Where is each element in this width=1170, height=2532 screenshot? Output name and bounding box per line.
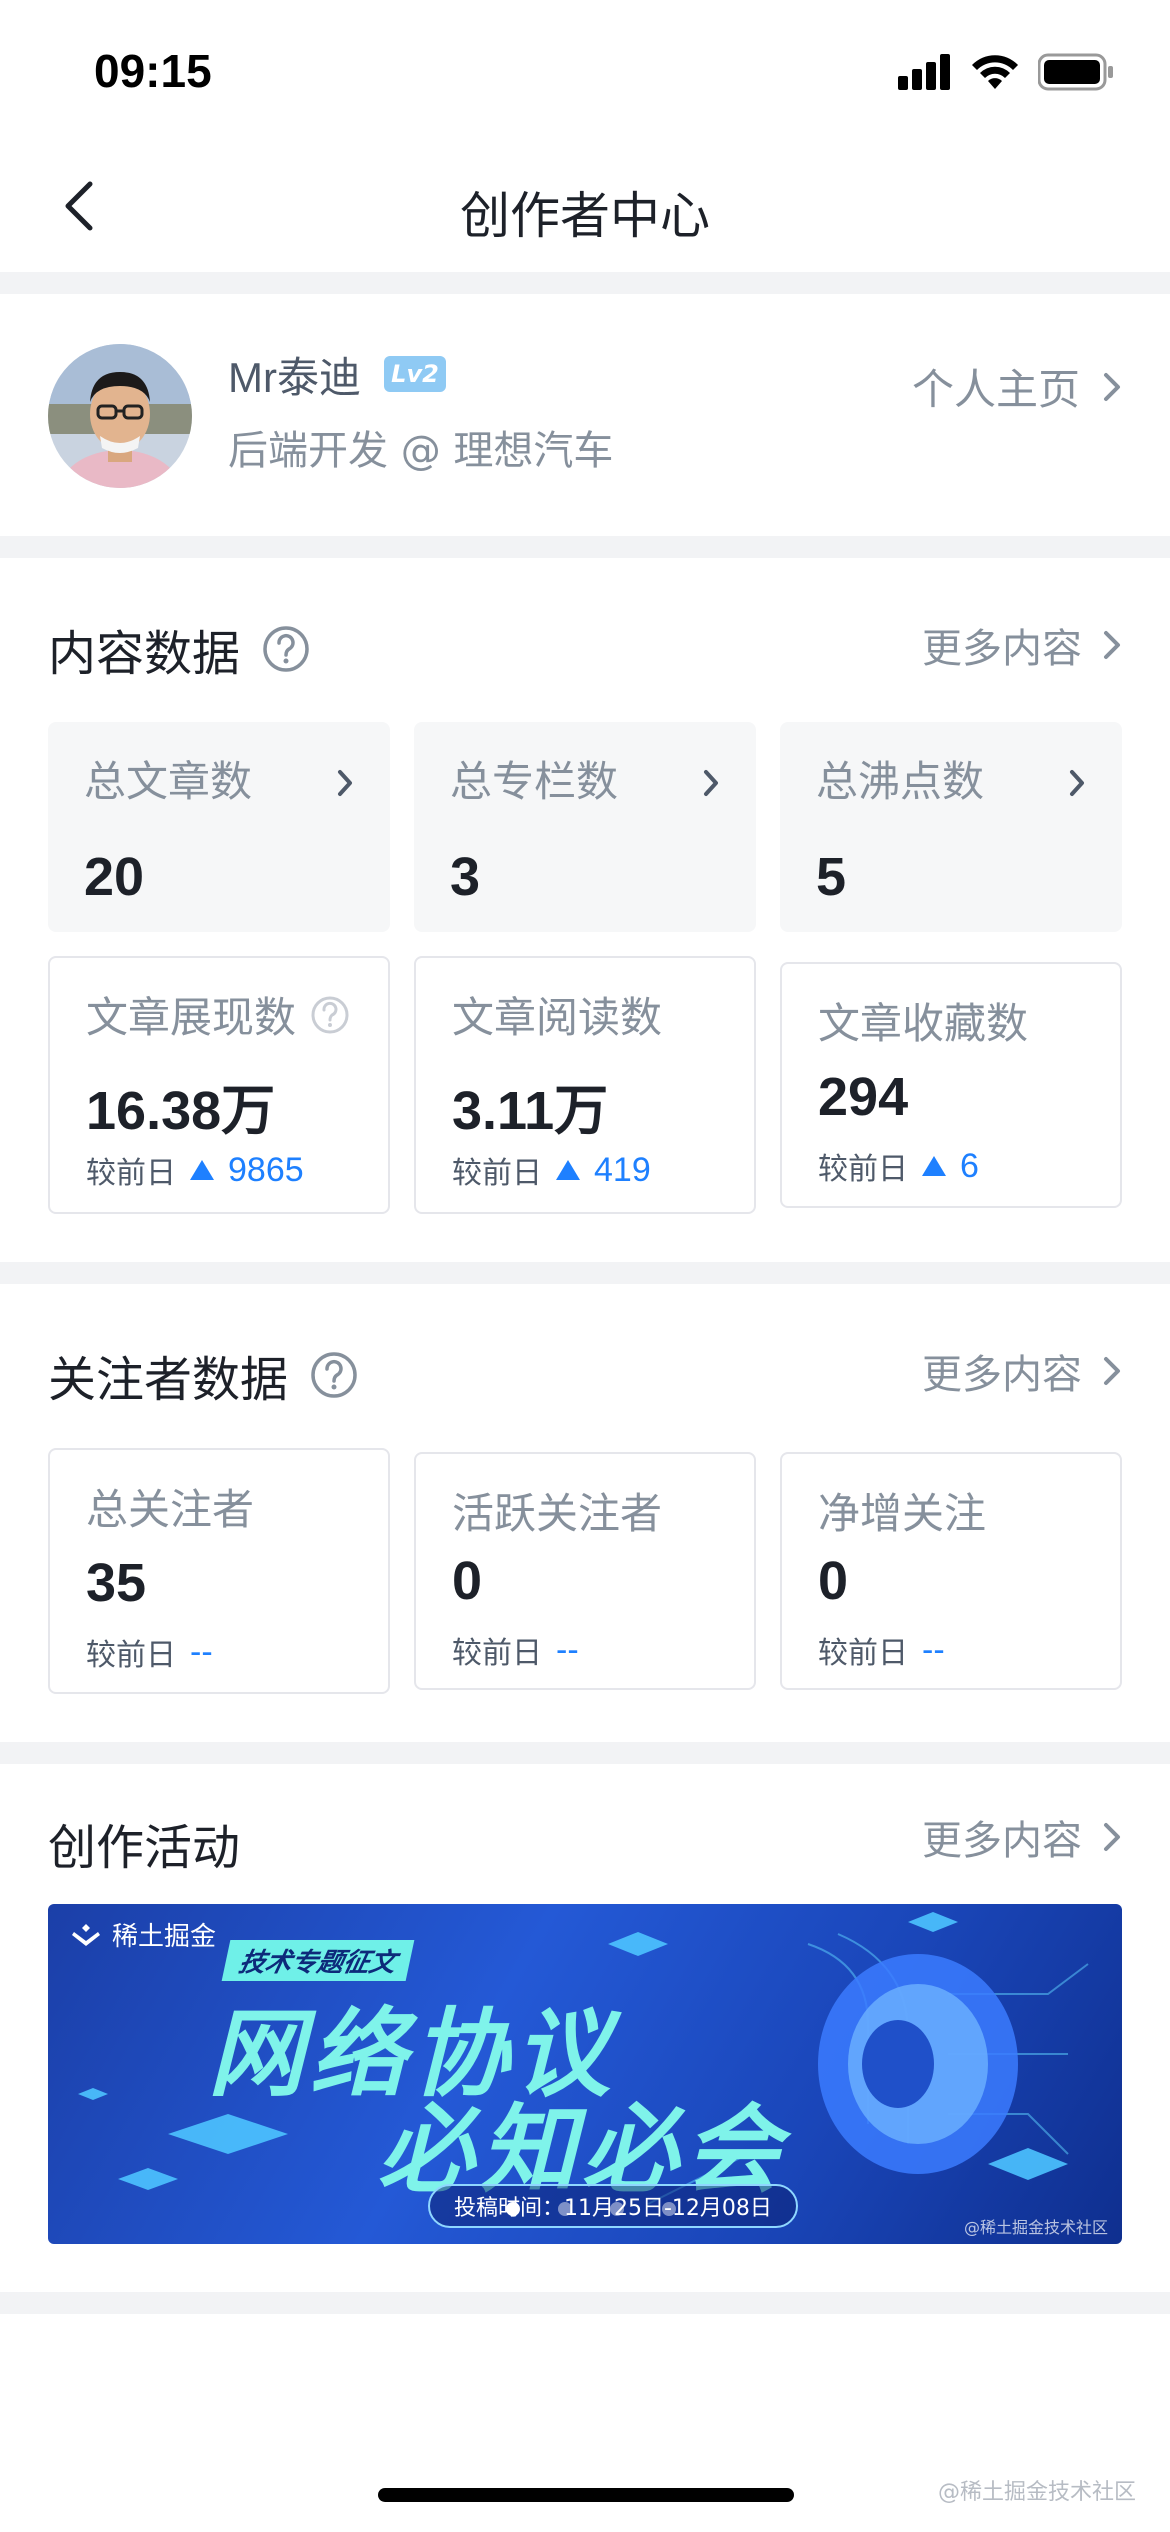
section-divider bbox=[0, 272, 1170, 294]
activity-section-title: 创作活动 bbox=[48, 1820, 241, 1876]
chevron-right-icon bbox=[1104, 631, 1120, 659]
card-label: 文章展现数 bbox=[86, 984, 350, 1045]
battery-icon bbox=[1038, 53, 1113, 91]
pagination-dot[interactable] bbox=[506, 2202, 520, 2216]
chevron-right-icon bbox=[1104, 1823, 1120, 1851]
section-divider bbox=[0, 2292, 1170, 2314]
status-time: 09:15 bbox=[94, 45, 212, 97]
profile-section[interactable]: Mr泰迪 Lv2 后端开发 @ 理想汽车 个人主页 bbox=[0, 294, 1170, 536]
card-value: 0 bbox=[818, 1551, 849, 1611]
activity-more-link[interactable]: 更多内容 bbox=[922, 1808, 1122, 1866]
level-badge: Lv2 bbox=[384, 356, 446, 392]
page-title: 创作者中心 bbox=[460, 187, 710, 245]
status-bar: 09:15 bbox=[0, 0, 1170, 140]
total-columns-card[interactable]: 总专栏数 3 bbox=[414, 722, 756, 932]
total-followers-card: 总关注者 35 较前日 -- bbox=[48, 1448, 390, 1694]
card-compare: 较前日 9865 bbox=[86, 1150, 304, 1192]
follower-section-title: 关注者数据 bbox=[48, 1340, 358, 1410]
help-icon[interactable] bbox=[310, 995, 350, 1035]
article-reads-card: 文章阅读数 3.11万 较前日 419 bbox=[414, 956, 756, 1214]
avatar[interactable] bbox=[48, 344, 192, 488]
card-label: 总关注者 bbox=[86, 1485, 255, 1534]
card-compare: 较前日 -- bbox=[86, 1632, 213, 1674]
banner-tag: 技术专题征文 bbox=[221, 1940, 415, 1981]
homepage-link[interactable]: 个人主页 bbox=[912, 356, 1122, 417]
article-impressions-card: 文章展现数 16.38万 较前日 9865 bbox=[48, 956, 390, 1214]
total-pins-card[interactable]: 总沸点数 5 bbox=[780, 722, 1122, 932]
card-value: 294 bbox=[818, 1067, 909, 1127]
card-label: 活跃关注者 bbox=[452, 1489, 663, 1538]
chevron-right-icon bbox=[1104, 1357, 1120, 1385]
card-label: 总沸点数 bbox=[816, 757, 985, 806]
user-title: 后端开发 @ 理想汽车 bbox=[228, 428, 614, 474]
homepage-label: 个人主页 bbox=[911, 365, 1080, 414]
card-value: 3.11万 bbox=[452, 1081, 609, 1141]
card-compare: 较前日 6 bbox=[818, 1146, 979, 1188]
active-followers-card: 活跃关注者 0 较前日 -- bbox=[414, 1452, 756, 1690]
card-value: 5 bbox=[816, 847, 847, 907]
card-compare: 较前日 419 bbox=[452, 1150, 651, 1192]
banner-watermark: @稀土掘金技术社区 bbox=[963, 2218, 1108, 2237]
juejin-logo: 稀土掘金 bbox=[70, 1916, 216, 1953]
nav-bar: 创作者中心 bbox=[0, 140, 1170, 272]
home-indicator[interactable] bbox=[378, 2488, 794, 2502]
card-value: 16.38万 bbox=[86, 1081, 276, 1141]
follower-more-link[interactable]: 更多内容 bbox=[922, 1342, 1122, 1400]
card-value: 35 bbox=[86, 1553, 147, 1613]
content-section-title: 内容数据 bbox=[48, 614, 310, 684]
up-triangle-icon bbox=[190, 1160, 214, 1180]
pagination-dot[interactable] bbox=[662, 2202, 676, 2216]
user-name: Mr泰迪 bbox=[228, 354, 361, 401]
card-label: 总文章数 bbox=[84, 757, 253, 806]
card-value: 20 bbox=[84, 847, 145, 907]
card-compare: 较前日 -- bbox=[818, 1630, 945, 1672]
pagination-dot[interactable] bbox=[610, 2202, 624, 2216]
card-label: 文章收藏数 bbox=[818, 999, 1029, 1048]
cellular-signal-icon bbox=[898, 54, 950, 90]
page-watermark: @稀土掘金技术社区 bbox=[937, 2480, 1136, 2505]
card-label: 净增关注 bbox=[818, 1489, 987, 1538]
help-icon[interactable] bbox=[310, 1351, 358, 1399]
card-compare: 较前日 -- bbox=[452, 1630, 579, 1672]
card-label: 文章阅读数 bbox=[452, 993, 663, 1042]
net-followers-card: 净增关注 0 较前日 -- bbox=[780, 1452, 1122, 1690]
article-favorites-card: 文章收藏数 294 较前日 6 bbox=[780, 962, 1122, 1208]
section-divider bbox=[0, 1742, 1170, 1764]
chevron-right-icon bbox=[338, 770, 352, 796]
help-icon[interactable] bbox=[262, 625, 310, 673]
pagination-dot[interactable] bbox=[558, 2202, 572, 2216]
chevron-right-icon bbox=[1104, 372, 1120, 401]
content-more-link[interactable]: 更多内容 bbox=[922, 616, 1122, 674]
activity-banner[interactable]: 稀土掘金 技术专题征文 网络协议 必知必会 投稿时间：11月25日-12月08日… bbox=[48, 1904, 1122, 2244]
card-value: 0 bbox=[452, 1551, 483, 1611]
up-triangle-icon bbox=[922, 1156, 946, 1176]
card-label: 总专栏数 bbox=[450, 757, 619, 806]
juejin-logo-icon bbox=[72, 1923, 100, 1946]
section-divider bbox=[0, 1262, 1170, 1284]
card-value: 3 bbox=[450, 847, 481, 907]
up-triangle-icon bbox=[556, 1160, 580, 1180]
status-icons bbox=[898, 52, 1114, 92]
chevron-right-icon bbox=[704, 770, 718, 796]
wifi-icon bbox=[972, 55, 1018, 89]
chevron-right-icon bbox=[1070, 770, 1084, 796]
total-articles-card[interactable]: 总文章数 20 bbox=[48, 722, 390, 932]
banner-pagination[interactable] bbox=[506, 2202, 676, 2216]
section-divider bbox=[0, 536, 1170, 558]
